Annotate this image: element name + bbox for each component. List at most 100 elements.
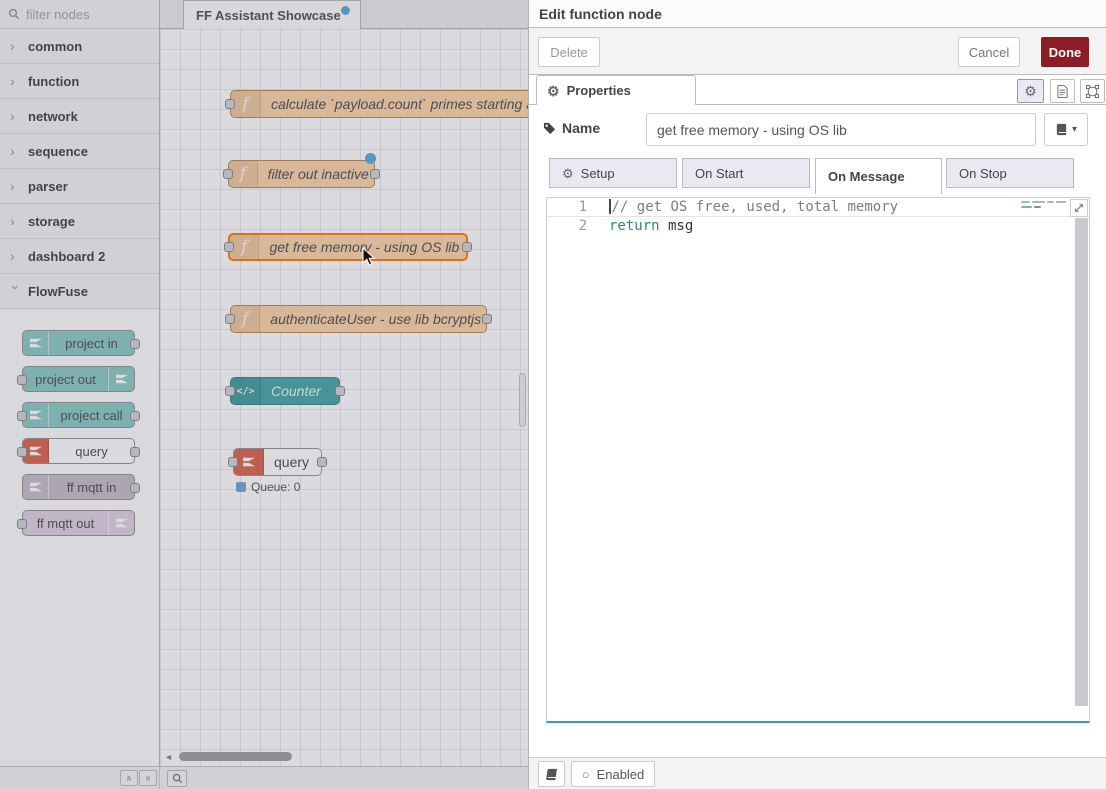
tab-on-start[interactable]: On Start <box>682 158 810 188</box>
tab-setup[interactable]: ⚙ Setup <box>549 158 677 188</box>
mouse-cursor <box>362 247 376 267</box>
code-keyword: return <box>609 218 660 234</box>
library-export-button[interactable] <box>538 761 565 787</box>
output-port[interactable] <box>130 447 140 457</box>
delete-button[interactable]: Delete <box>538 37 600 67</box>
output-port[interactable] <box>370 169 380 179</box>
code-editor[interactable]: 1 // get OS free, used, total memory 2 r… <box>546 197 1090 723</box>
output-port[interactable] <box>130 483 140 493</box>
palette-scrollbar[interactable] <box>152 363 157 423</box>
cancel-button[interactable]: Cancel <box>958 37 1020 67</box>
output-port[interactable] <box>335 386 345 396</box>
flow-canvas[interactable]: f calculate `payload.count` primes start… <box>160 29 528 766</box>
node-appearance-button[interactable] <box>1080 79 1105 103</box>
category-label: sequence <box>28 144 88 159</box>
output-port[interactable] <box>482 314 492 324</box>
input-port[interactable] <box>228 457 238 467</box>
output-port[interactable] <box>317 457 327 467</box>
scroll-left-arrow-icon[interactable]: ◄ <box>164 752 173 762</box>
edit-description-button[interactable] <box>1050 79 1075 103</box>
tab-properties[interactable]: ⚙ Properties <box>536 75 696 105</box>
palette-category-parser[interactable]: ›parser <box>0 169 159 204</box>
palette-node-query[interactable]: query <box>22 438 135 464</box>
name-input[interactable] <box>646 113 1036 146</box>
flow-node-filter-out-inactive[interactable]: f filter out inactive <box>228 160 375 188</box>
search-icon <box>8 8 20 20</box>
palette-search[interactable]: filter nodes <box>0 0 159 29</box>
palette-node-ff-mqtt-in[interactable]: ff mqtt in <box>22 474 135 500</box>
tab-on-stop[interactable]: On Stop <box>946 158 1074 188</box>
edit-properties-button[interactable]: ⚙ <box>1017 79 1044 103</box>
input-port[interactable] <box>224 242 234 252</box>
expand-all-categories-button[interactable]: » <box>139 770 157 786</box>
chevron-down-icon: › <box>8 285 24 297</box>
code-line[interactable]: 2 return msg <box>547 217 1089 236</box>
palette-category-flowfuse[interactable]: › FlowFuse <box>0 274 159 309</box>
category-label: FlowFuse <box>28 284 88 299</box>
editor-scrollbar[interactable] <box>1075 218 1088 706</box>
input-port[interactable] <box>225 386 235 396</box>
code-line[interactable]: 1 // get OS free, used, total memory <box>547 198 1089 217</box>
function-icon: f <box>230 235 259 259</box>
canvas-horizontal-scrollbar[interactable]: ◄ <box>160 750 528 763</box>
search-flows-button[interactable] <box>167 770 187 787</box>
caret-down-icon: ▾ <box>1072 124 1077 135</box>
input-port[interactable] <box>17 411 27 421</box>
function-icon: f <box>229 161 258 187</box>
tab-on-message[interactable]: On Message <box>815 158 942 194</box>
tab-label: Setup <box>581 166 615 181</box>
flow-node-query[interactable]: query <box>233 448 322 476</box>
changed-dot <box>365 153 376 164</box>
flow-node-counter[interactable]: </> Counter <box>230 377 340 405</box>
palette-category-sequence[interactable]: ›sequence <box>0 134 159 169</box>
book-icon <box>544 768 559 781</box>
palette-category-common[interactable]: ›common <box>0 29 159 64</box>
input-port[interactable] <box>223 169 233 179</box>
output-port[interactable] <box>462 242 472 252</box>
node-red-editor: filter nodes ›common ›function ›network … <box>0 0 1106 789</box>
canvas-vertical-scrollbar[interactable] <box>519 373 526 427</box>
collapse-all-categories-button[interactable]: « <box>120 770 138 786</box>
flow-node-calculate-primes[interactable]: f calculate `payload.count` primes start… <box>230 90 528 118</box>
tab-label: On Start <box>695 166 743 181</box>
name-field-label: Name <box>562 120 600 136</box>
palette-node-project-call[interactable]: project call <box>22 402 135 428</box>
output-port[interactable] <box>130 339 140 349</box>
palette-node-project-in[interactable]: project in <box>22 330 135 356</box>
status-dot <box>236 482 246 492</box>
category-label: storage <box>28 214 75 229</box>
input-port[interactable] <box>225 99 235 109</box>
gear-icon: ⚙ <box>1024 84 1037 98</box>
dialog-footer: ○ Enabled <box>529 757 1106 789</box>
chevron-right-icon: › <box>10 38 28 54</box>
category-label: parser <box>28 179 68 194</box>
palette-category-function[interactable]: ›function <box>0 64 159 99</box>
palette-node-project-out[interactable]: project out <box>22 366 135 392</box>
node-label: query <box>264 454 319 470</box>
library-dropdown-button[interactable]: ▾ <box>1044 113 1088 146</box>
chevron-right-icon: › <box>10 143 28 159</box>
input-port[interactable] <box>17 375 27 385</box>
input-port[interactable] <box>225 314 235 324</box>
done-button[interactable]: Done <box>1041 37 1089 67</box>
scrollbar-thumb[interactable] <box>179 752 292 761</box>
palette-category-dashboard2[interactable]: ›dashboard 2 <box>0 239 159 274</box>
category-label: function <box>28 74 79 89</box>
chevron-right-icon: › <box>10 213 28 229</box>
workspace-tab-ff-assistant-showcase[interactable]: FF Assistant Showcase <box>183 0 361 29</box>
palette-category-storage[interactable]: ›storage <box>0 204 159 239</box>
category-label: dashboard 2 <box>28 249 105 264</box>
expand-editor-button[interactable] <box>1070 199 1088 217</box>
input-port[interactable] <box>17 519 27 529</box>
edit-function-node-dialog: Edit function node Delete Cancel Done ⚙ … <box>528 0 1106 789</box>
input-port[interactable] <box>17 447 27 457</box>
flow-node-get-free-memory[interactable]: f get free memory - using OS lib <box>228 233 468 261</box>
flow-node-authenticate-user[interactable]: f authenticateUser - use lib bcryptjs <box>230 305 487 333</box>
node-label: Counter <box>261 383 331 399</box>
palette-node-ff-mqtt-out[interactable]: ff mqtt out <box>22 510 135 536</box>
palette-category-network[interactable]: ›network <box>0 99 159 134</box>
node-enabled-toggle[interactable]: ○ Enabled <box>571 761 655 787</box>
book-icon <box>1055 123 1068 136</box>
chevron-right-icon: › <box>10 248 28 264</box>
output-port[interactable] <box>130 411 140 421</box>
